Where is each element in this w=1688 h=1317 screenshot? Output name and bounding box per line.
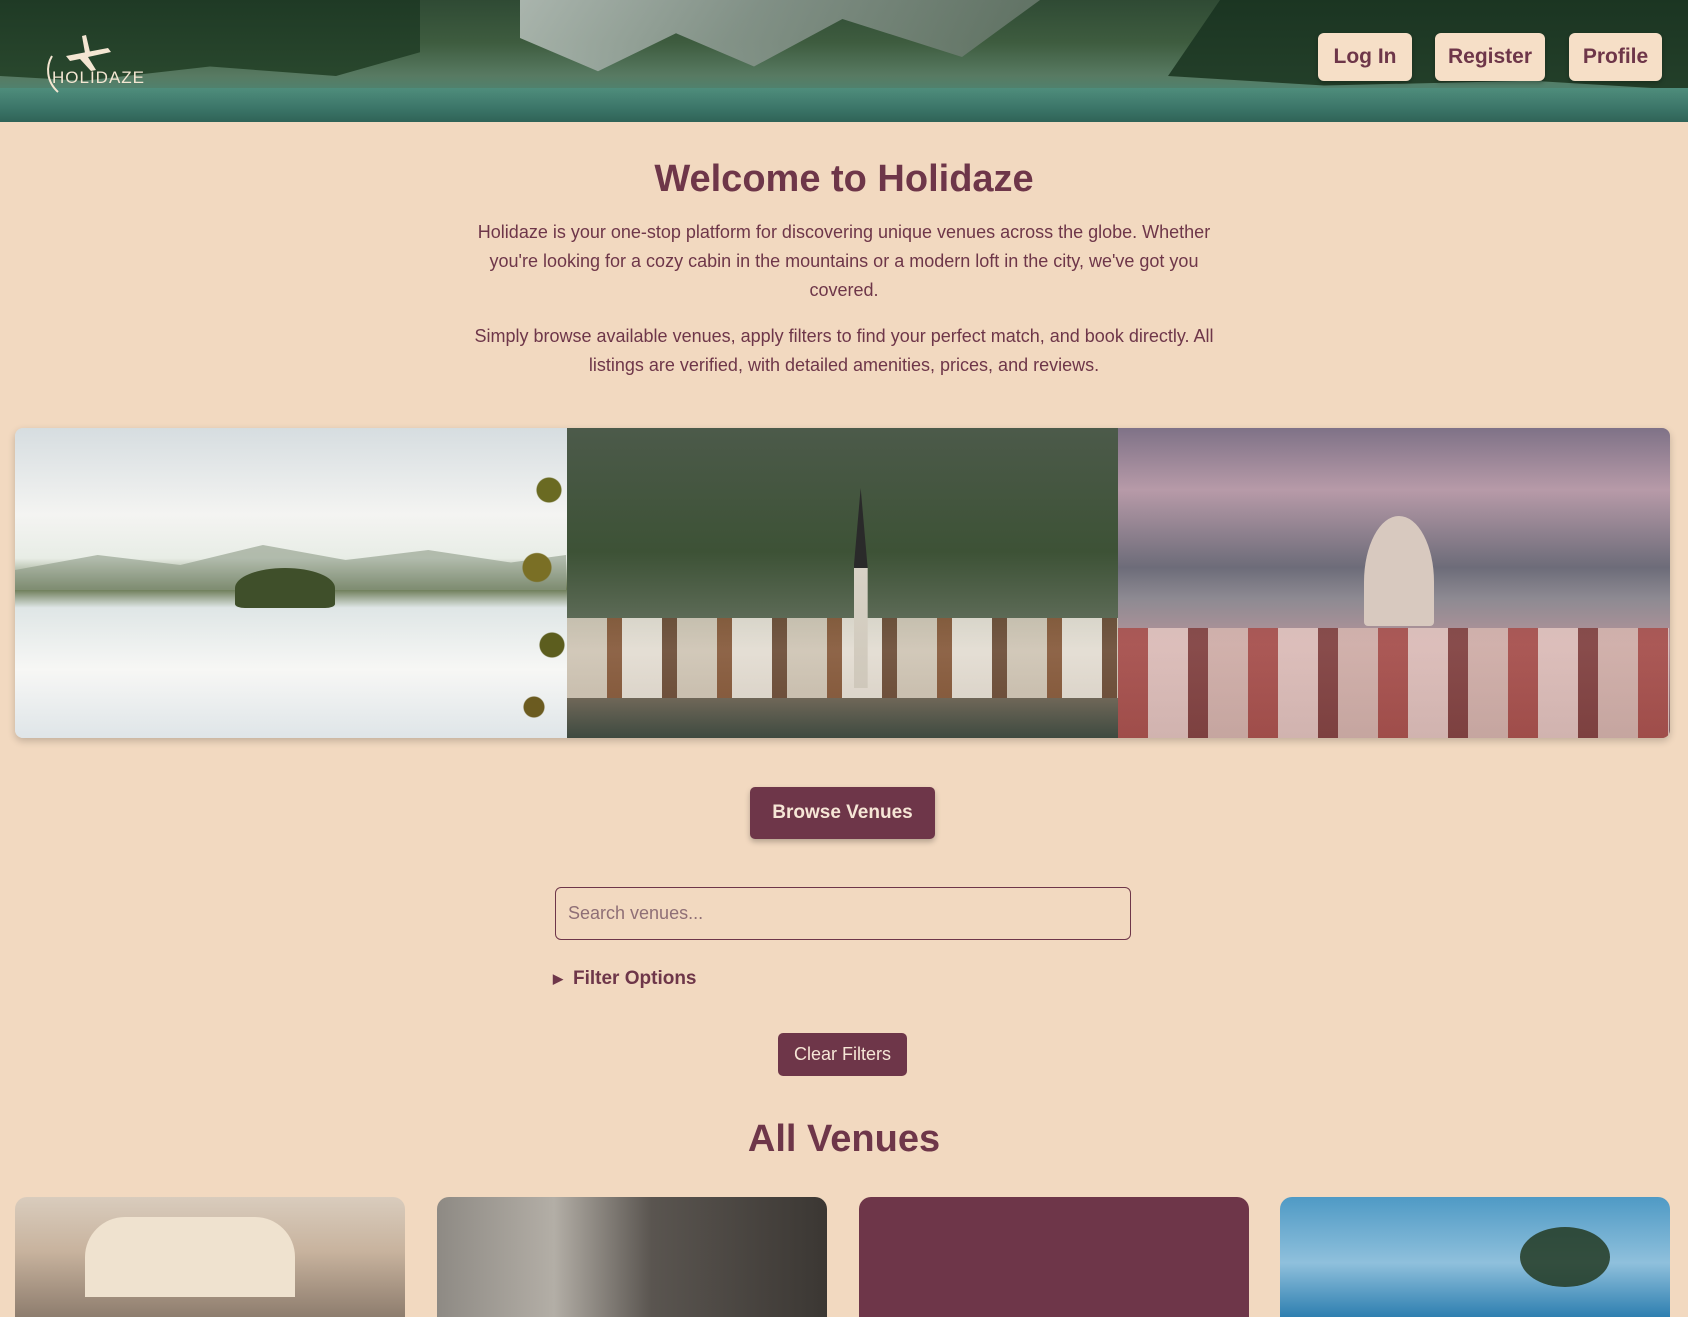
triangle-right-icon: ▶ — [553, 971, 563, 986]
login-button[interactable]: Log In — [1318, 33, 1412, 81]
alpine-village-image — [566, 428, 1119, 738]
intro-paragraph-2: Simply browse available venues, apply fi… — [474, 326, 1214, 375]
venue-card-image — [1520, 1227, 1610, 1287]
register-button[interactable]: Register — [1435, 33, 1545, 81]
logo-text: HOLIDAZE — [52, 68, 146, 87]
city-dome-image — [1118, 428, 1670, 738]
venue-card-image — [85, 1217, 295, 1297]
holidaze-logo[interactable]: HOLIDAZE — [38, 26, 148, 98]
destination-gallery — [15, 428, 1670, 738]
venue-card[interactable] — [437, 1197, 827, 1317]
profile-button[interactable]: Profile — [1569, 33, 1662, 81]
clear-filters-button[interactable]: Clear Filters — [778, 1033, 907, 1076]
header-background-lake — [0, 88, 1688, 122]
intro-paragraph-1: Holidaze is your one-stop platform for d… — [477, 222, 1211, 300]
venue-card[interactable] — [1280, 1197, 1670, 1317]
venue-card[interactable] — [15, 1197, 405, 1317]
page-title: Welcome to Holidaze — [654, 158, 1034, 200]
filter-options-toggle[interactable]: ▶ Filter Options — [553, 965, 697, 993]
filter-options-label: Filter Options — [573, 968, 697, 989]
search-input[interactable] — [555, 887, 1131, 940]
lake-island-image — [15, 428, 567, 738]
all-venues-heading: All Venues — [747, 1118, 941, 1160]
venue-card[interactable] — [859, 1197, 1249, 1317]
header-background-mountain — [520, 0, 1040, 72]
browse-venues-button[interactable]: Browse Venues — [750, 787, 935, 839]
site-header: HOLIDAZE Log In Register Profile — [0, 0, 1688, 122]
